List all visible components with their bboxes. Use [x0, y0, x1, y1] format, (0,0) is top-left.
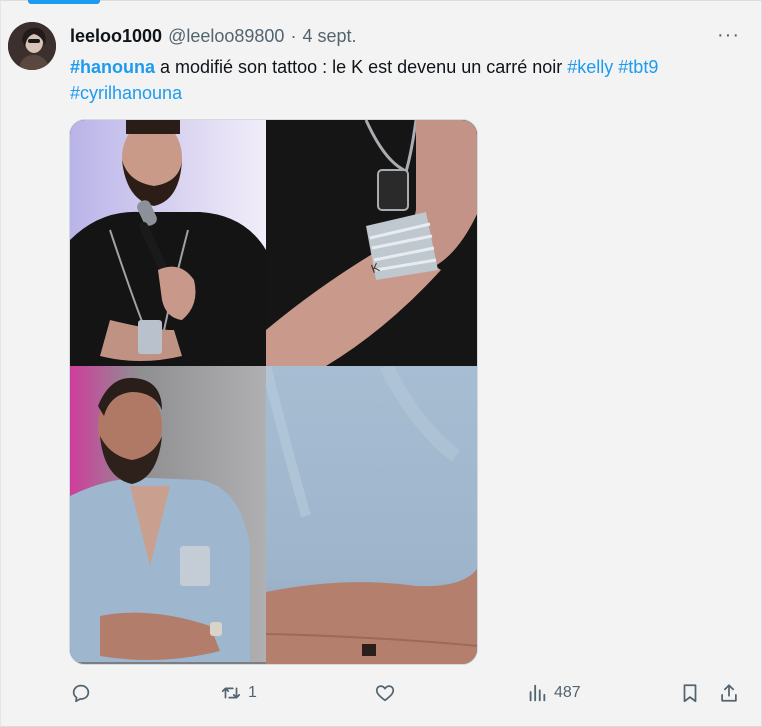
- tweet-actions-bar: 1 487: [0, 676, 762, 714]
- hashtag-tbt9[interactable]: #tbt9: [618, 57, 658, 77]
- retweet-button[interactable]: 1: [220, 682, 257, 704]
- photo-wrist-tattoo-after[interactable]: [266, 366, 477, 664]
- share-button[interactable]: [718, 682, 740, 704]
- bookmark-button[interactable]: [679, 682, 701, 704]
- media-grid: K: [69, 119, 478, 665]
- heart-icon: [374, 682, 396, 704]
- retweet-count: 1: [248, 684, 257, 701]
- tweet-text: #hanouna a modifié son tattoo : le K est…: [70, 54, 740, 106]
- tweet-body-text: a modifié son tattoo : le K est devenu u…: [155, 57, 568, 77]
- photo-man-with-microphone[interactable]: [70, 120, 266, 366]
- photo-wrist-tattoo-before[interactable]: K: [266, 120, 477, 366]
- tweet-date[interactable]: 4 sept.: [302, 26, 356, 47]
- views-count: 487: [554, 684, 581, 701]
- user-handle[interactable]: @leeloo89800: [168, 26, 284, 47]
- active-tab-indicator: [28, 0, 100, 4]
- views-icon: [526, 682, 548, 704]
- retweet-icon: [220, 682, 242, 704]
- share-icon: [718, 682, 740, 704]
- like-button[interactable]: [374, 682, 396, 704]
- hashtag-kelly[interactable]: #kelly: [567, 57, 613, 77]
- reply-icon: [70, 682, 92, 704]
- display-name[interactable]: leeloo1000: [70, 26, 162, 47]
- tweet-header: leeloo1000 @leeloo89800 · 4 sept.: [70, 26, 356, 50]
- more-options-icon[interactable]: ···: [717, 24, 740, 47]
- bookmark-icon: [679, 682, 701, 704]
- photo-man-denim-shirt[interactable]: [70, 366, 266, 664]
- views-button[interactable]: 487: [526, 682, 581, 704]
- reply-button[interactable]: [70, 682, 92, 704]
- avatar[interactable]: [8, 22, 56, 70]
- hashtag-hanouna[interactable]: #hanouna: [70, 57, 155, 77]
- hashtag-cyrilhanouna[interactable]: #cyrilhanouna: [70, 83, 182, 103]
- separator-dot: ·: [290, 26, 297, 46]
